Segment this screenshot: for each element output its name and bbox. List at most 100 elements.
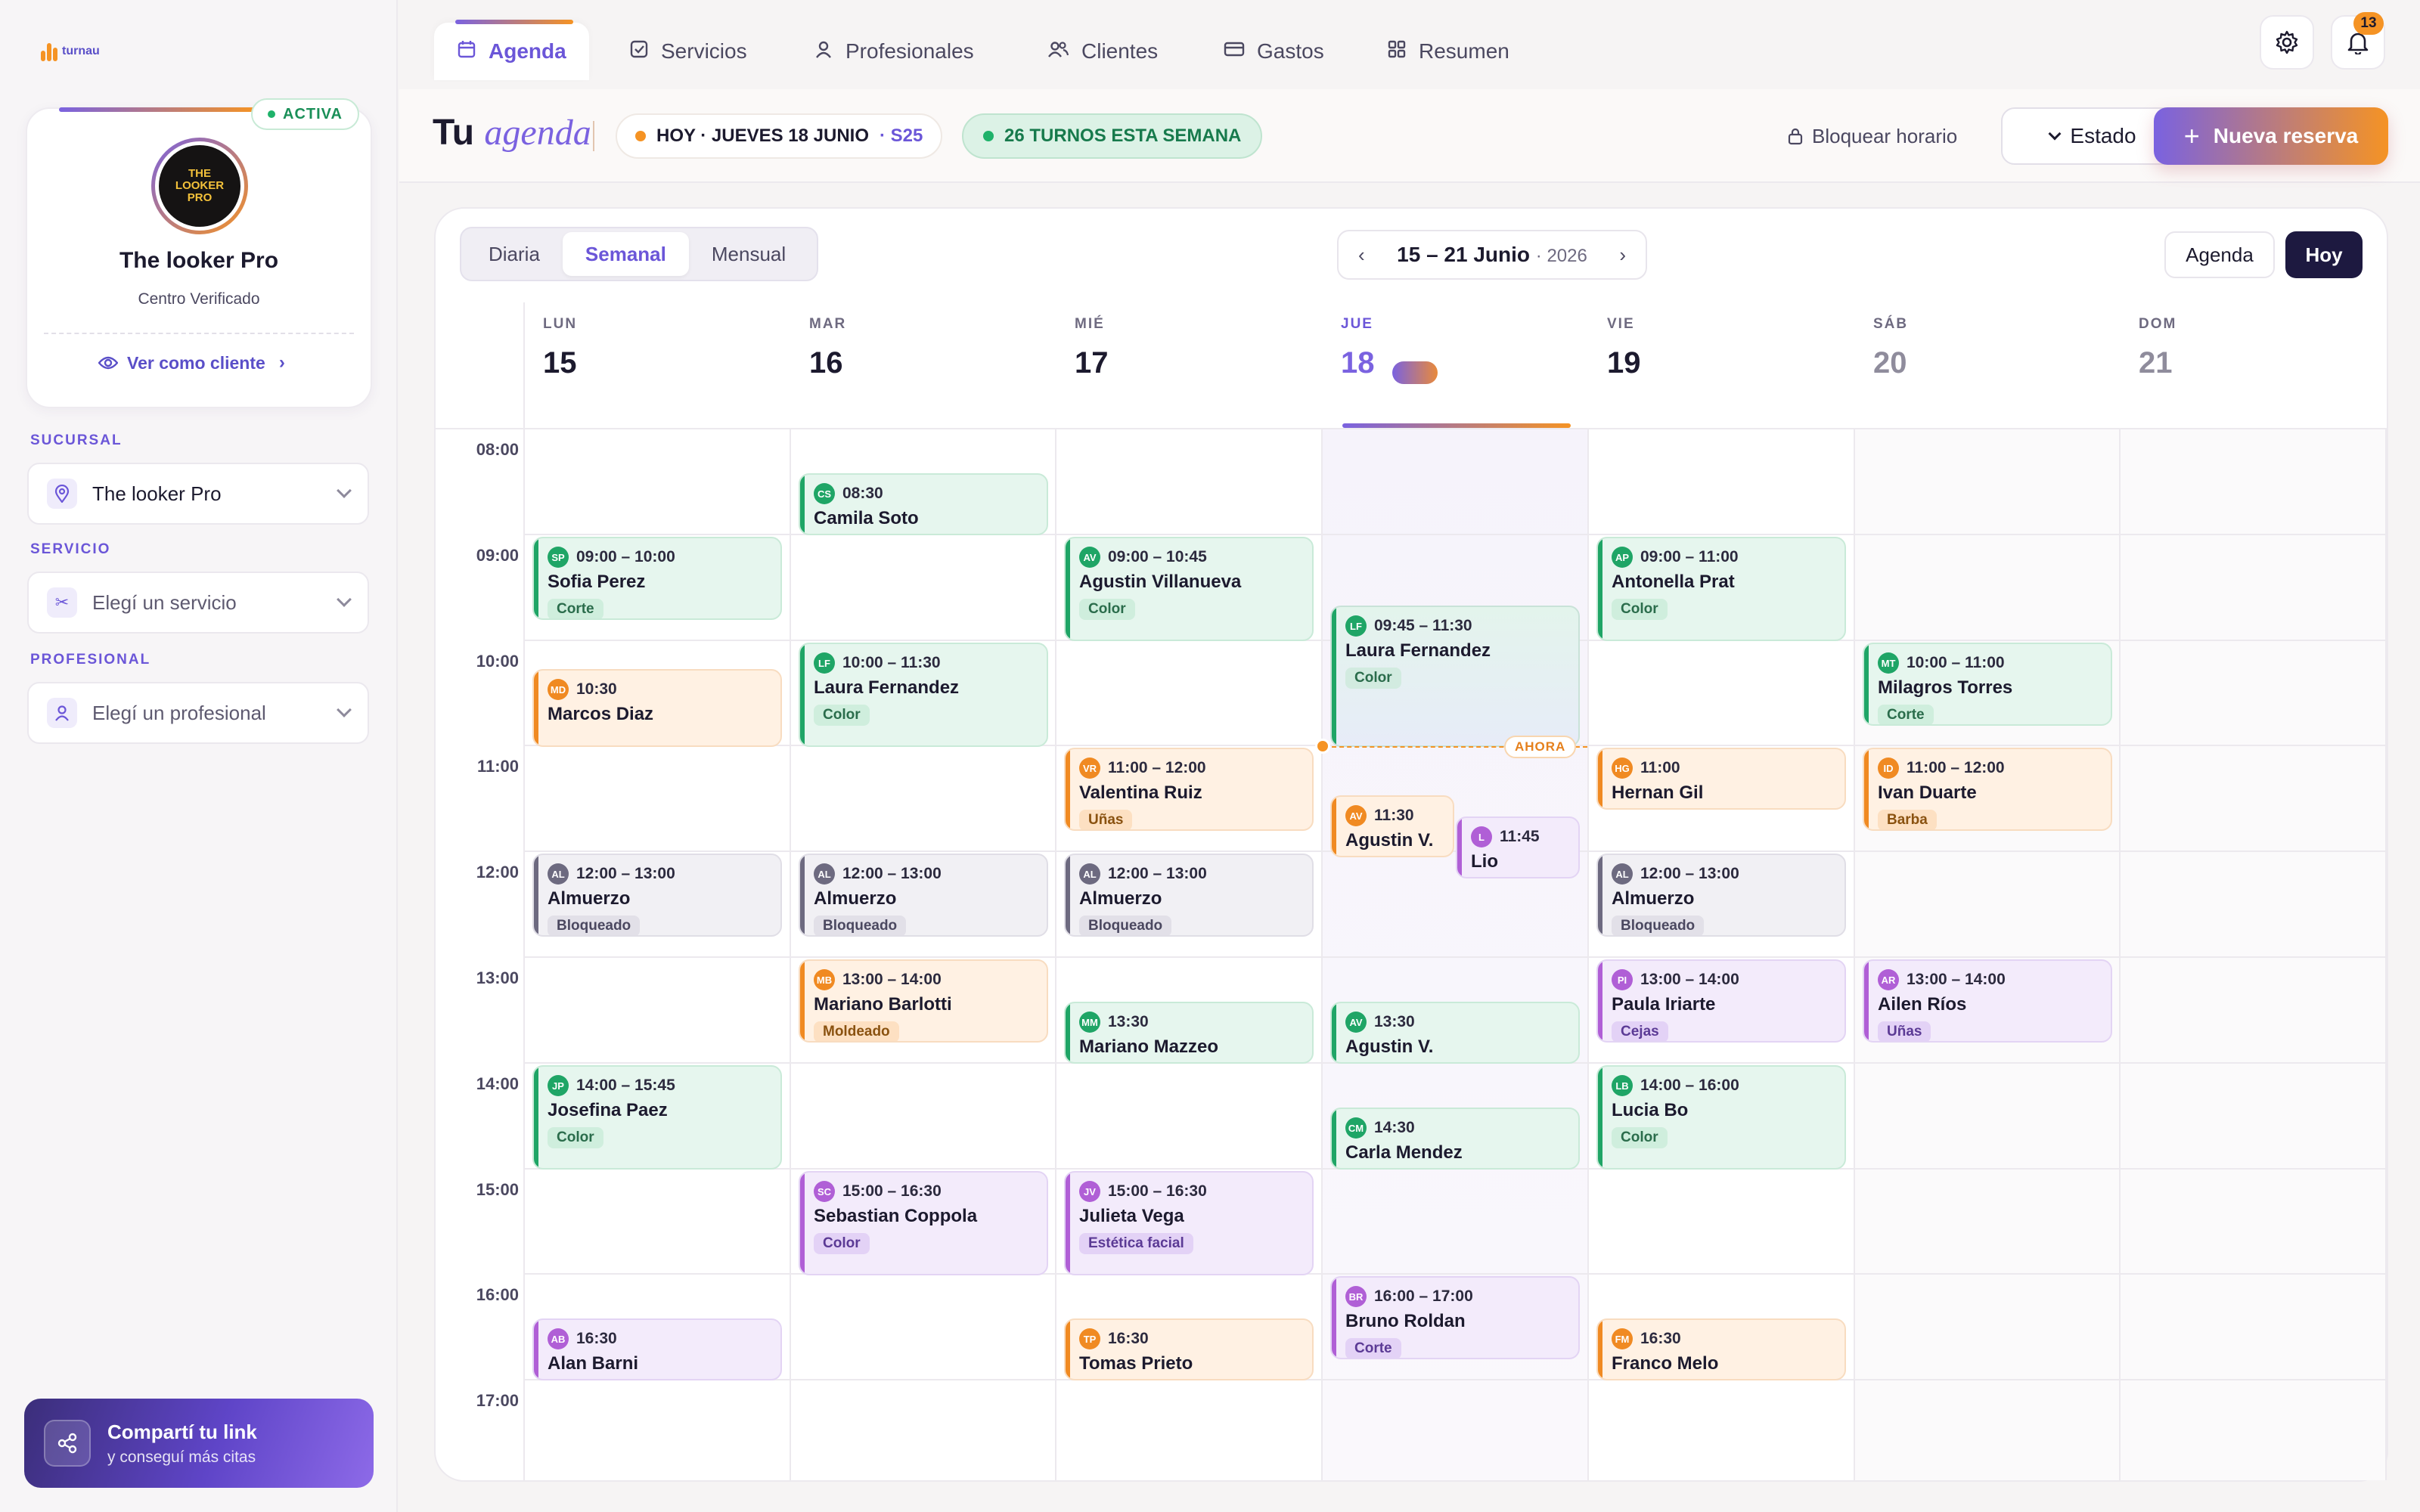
view-weekly-button[interactable]: Semanal (562, 232, 689, 276)
appointment-card[interactable]: HG 11:00 Hernan Gil (1596, 748, 1846, 810)
service-tag: Corte (548, 599, 603, 618)
appointment-accent-bar (1066, 1173, 1070, 1274)
tab-gastos[interactable]: Gastos (1201, 23, 1347, 80)
appointment-time: 11:00 – 12:00 (1907, 759, 2005, 776)
appointment-card[interactable]: BR 16:00 – 17:00 Bruno Roldan Corte (1330, 1276, 1580, 1359)
appointment-card[interactable]: AB 16:30 Alan Barni (532, 1318, 782, 1380)
appointment-card[interactable]: AP 09:00 – 11:00 Antonella Prat Color (1596, 537, 1846, 641)
appointment-card[interactable]: PI 13:00 – 14:00 Paula Iriarte Cejas (1596, 959, 1846, 1043)
service-select[interactable]: ✂ Elegí un servicio (27, 572, 369, 634)
day-header-vie[interactable]: VIE 19 (1589, 316, 1854, 380)
appointment-card[interactable]: LF 10:00 – 11:30 Laura Fernandez Color (799, 643, 1048, 747)
day-header-mar[interactable]: MAR 16 (791, 316, 1056, 380)
client-avatar: HG (1612, 758, 1633, 779)
day-header-lun[interactable]: LUN 15 (525, 316, 790, 380)
tab-resumen[interactable]: Resumen (1364, 23, 1532, 80)
appointment-card[interactable]: MT 10:00 – 11:00 Milagros Torres Corte (1863, 643, 2112, 726)
branch-select[interactable]: The looker Pro (27, 463, 369, 525)
appointment-accent-bar (1598, 1067, 1602, 1168)
appointment-card[interactable]: JP 14:00 – 15:45 Josefina Paez Color (532, 1065, 782, 1170)
service-label: SERVICIO (30, 541, 111, 557)
share-link-card[interactable]: Compartí tu link y conseguí más citas (24, 1399, 374, 1488)
block-schedule-button[interactable]: Bloquear horario (1788, 119, 1957, 153)
appointment-time: 12:00 – 13:00 (1108, 865, 1207, 882)
appointment-card[interactable]: MM 13:30 Mariano Mazzeo (1064, 1002, 1314, 1064)
client-name: Milagros Torres (1878, 677, 2013, 698)
day-header-sáb[interactable]: SÁB 20 (1855, 316, 2120, 380)
day-number: 17 (1075, 346, 1109, 380)
appointment-card[interactable]: AL 12:00 – 13:00 Almuerzo Bloqueado (799, 854, 1048, 937)
tab-profesionales[interactable]: Profesionales (791, 23, 997, 80)
column-divider (790, 429, 791, 1480)
appointment-card[interactable]: ID 11:00 – 12:00 Ivan Duarte Barba (1863, 748, 2112, 831)
appointment-card[interactable]: AL 12:00 – 13:00 Almuerzo Bloqueado (532, 854, 782, 937)
see-as-client-link[interactable]: Ver como cliente › (98, 349, 285, 376)
chevron-down-icon (2048, 127, 2062, 141)
appointment-card[interactable]: AL 12:00 – 13:00 Almuerzo Bloqueado (1596, 854, 1846, 937)
appointment-card[interactable]: AR 13:00 – 14:00 Ailen Ríos Uñas (1863, 959, 2112, 1043)
professional-select[interactable]: Elegí un profesional (27, 682, 369, 744)
service-tag: Color (814, 1233, 870, 1254)
tab-servicios[interactable]: Servicios (607, 23, 770, 80)
appointment-time: 16:30 (1108, 1330, 1149, 1347)
client-name: Franco Melo (1612, 1353, 1719, 1374)
prev-week-button[interactable]: ‹ (1358, 243, 1365, 267)
appointment-card[interactable]: TP 16:30 Tomas Prieto (1064, 1318, 1314, 1380)
day-header-dom[interactable]: DOM 21 (2121, 316, 2385, 380)
now-badge: AHORA (1504, 736, 1577, 758)
client-name: Almuerzo (814, 888, 897, 909)
client-avatar: ID (1878, 758, 1899, 779)
appointment-card[interactable]: AL 12:00 – 13:00 Almuerzo Bloqueado (1064, 854, 1314, 937)
brand-logo[interactable]: turnau (41, 39, 100, 64)
appointment-card[interactable]: FM 16:30 Franco Melo (1596, 1318, 1846, 1380)
next-week-button[interactable]: › (1619, 243, 1626, 267)
appointment-time: 12:00 – 13:00 (576, 865, 675, 882)
appointment-card[interactable]: JV 15:00 – 16:30 Julieta Vega Estética faci… (1064, 1171, 1314, 1275)
appointment-card[interactable]: AV 09:00 – 10:45 Agustin Villanueva Color (1064, 537, 1314, 641)
appointment-card[interactable]: LB 14:00 – 16:00 Lucia Bo Color (1596, 1065, 1846, 1170)
client-name: Almuerzo (548, 888, 631, 909)
client-name: Almuerzo (1079, 888, 1162, 909)
appointment-card[interactable]: CS 08:30 Camila Soto (799, 473, 1048, 535)
appointment-card[interactable]: VR 11:00 – 12:00 Valentina Ruiz Uñas (1064, 748, 1314, 831)
appointment-card[interactable]: SP 09:00 – 10:00 Sofia Perez Corte (532, 537, 782, 620)
calendar-icon (457, 39, 476, 64)
tab-clientes[interactable]: Clientes (1024, 23, 1181, 80)
appointment-time: 13:30 (1108, 1013, 1149, 1030)
agenda-view-button[interactable]: Agenda (2164, 231, 2275, 278)
settings-button[interactable] (2260, 15, 2314, 70)
appointment-card[interactable]: CM 14:30 Carla Mendez (1330, 1108, 1580, 1170)
appointment-card[interactable]: AV 11:30 Agustin V. (1330, 795, 1454, 857)
day-header-jue[interactable]: JUE 18 (1323, 316, 1587, 380)
client-name: Valentina Ruiz (1079, 782, 1202, 803)
client-avatar: CM (1345, 1117, 1367, 1139)
appointment-accent-bar (1066, 538, 1070, 640)
hour-gridline (525, 956, 2387, 958)
appointment-card[interactable]: SC 15:00 – 16:30 Sebastian Coppola Color (799, 1171, 1048, 1275)
appointment-card[interactable]: AV 13:30 Agustin V. (1330, 1002, 1580, 1064)
hour-gridline (525, 1379, 2387, 1380)
today-button[interactable]: Hoy (2285, 231, 2363, 278)
client-name: Sofia Perez (548, 572, 646, 592)
client-avatar: MB (814, 969, 835, 990)
appointment-accent-bar (534, 1320, 538, 1379)
appointment-card[interactable]: LF 09:45 – 11:30 Laura Fernandez Color (1330, 606, 1580, 747)
appointment-accent-bar (1066, 749, 1070, 829)
appointment-accent-bar (1332, 1109, 1336, 1168)
service-tag: Color (1345, 668, 1401, 689)
service-tag: Corte (1878, 705, 1934, 724)
appointment-card[interactable]: MD 10:30 Marcos Diaz (532, 669, 782, 747)
view-daily-button[interactable]: Diaria (466, 232, 563, 276)
appointment-time: 09:00 – 10:45 (1108, 548, 1207, 565)
appointment-card[interactable]: L 11:45 Lio (1456, 816, 1580, 878)
view-monthly-button[interactable]: Mensual (689, 232, 808, 276)
day-number: 20 (1873, 346, 1907, 380)
appointment-card[interactable]: MB 13:00 – 14:00 Mariano Barlotti Moldeado (799, 959, 1048, 1043)
appointment-time-row: AL 12:00 – 13:00 (814, 863, 1036, 885)
day-header-mié[interactable]: MIÉ 17 (1056, 316, 1321, 380)
checkbox-icon (629, 39, 649, 64)
tab-agenda[interactable]: Agenda (434, 20, 589, 80)
page-title: Tu agenda (433, 113, 591, 153)
new-booking-button[interactable]: + Nueva reserva (2154, 107, 2388, 165)
client-avatar: SP (548, 547, 569, 568)
